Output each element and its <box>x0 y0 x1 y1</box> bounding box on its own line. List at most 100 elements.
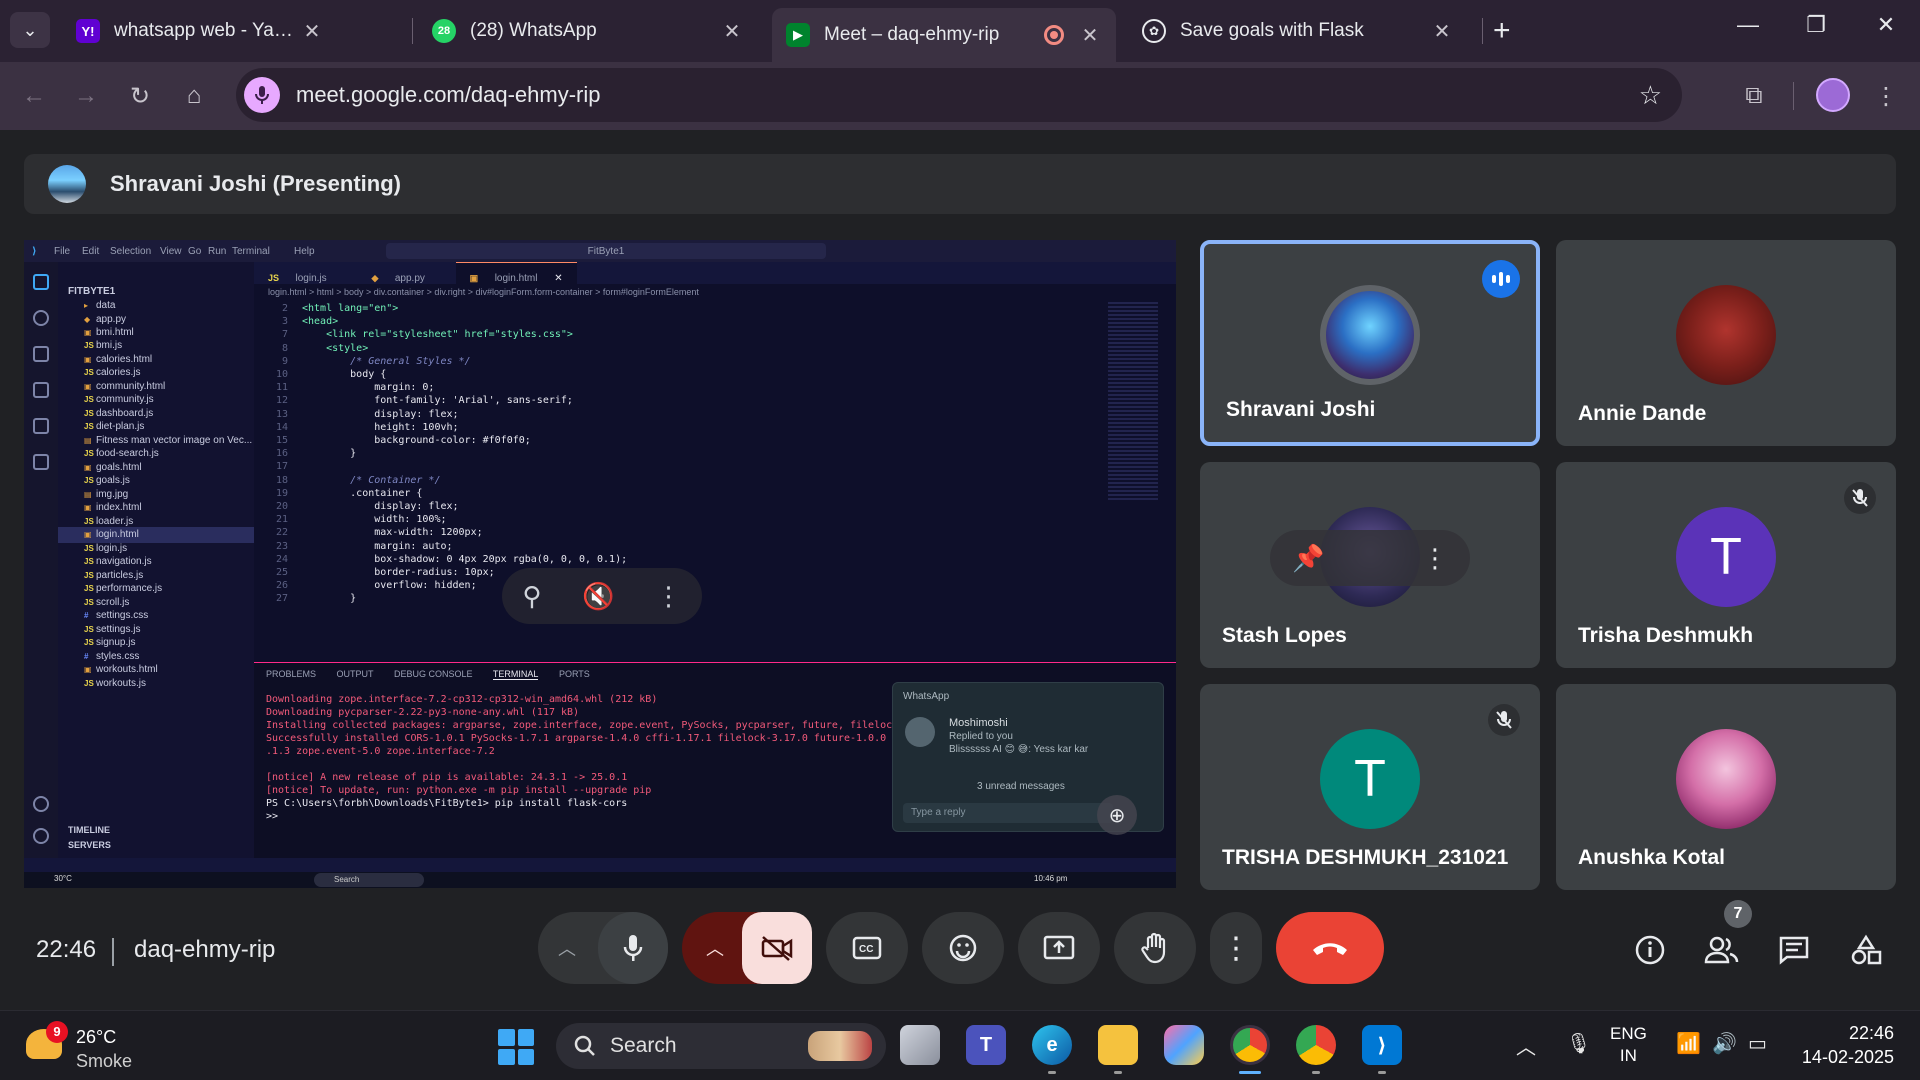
raise-hand-button[interactable] <box>1114 912 1196 984</box>
code-line: 16 } <box>275 448 357 460</box>
chrome-icon[interactable] <box>1230 1025 1270 1065</box>
participant-tile[interactable]: Annie Dande <box>1556 240 1896 446</box>
participant-name: Annie Dande <box>1578 402 1707 425</box>
edge-icon[interactable]: e <box>1032 1025 1072 1065</box>
mic-permission-icon[interactable] <box>244 77 280 113</box>
extensions-puzzle-icon[interactable]: ⧉ <box>1736 78 1772 114</box>
battery-icon[interactable]: ▭ <box>1748 1031 1767 1056</box>
command-center-search: FitByte1 <box>386 243 826 259</box>
tab-chatgpt[interactable]: ✿ Save goals with Flask ✕ <box>1128 8 1468 54</box>
meet-icon: ▶ <box>786 23 810 47</box>
editor-breadcrumb: login.html > html > body > div.container… <box>268 287 699 297</box>
vscode-icon[interactable]: ⟩ <box>1362 1025 1402 1065</box>
more-options-icon[interactable]: ⋮ <box>656 581 682 612</box>
present-button[interactable] <box>1018 912 1100 984</box>
mic-icon <box>623 935 643 961</box>
code-line: 25 border-radius: 10px; <box>275 567 495 578</box>
muted-mic-icon <box>1488 704 1520 736</box>
panel-tab-active: TERMINAL <box>492 669 539 680</box>
camera-off-button[interactable] <box>742 912 812 984</box>
panel-tab: OUTPUT <box>336 669 374 679</box>
more-vert-icon: ⋮ <box>1221 931 1251 965</box>
terminal-line: >> <box>266 811 279 822</box>
new-tab-plus-icon[interactable]: + <box>1493 14 1511 48</box>
participant-tile[interactable]: Shravani Joshi <box>1200 240 1540 446</box>
close-tab-icon[interactable]: ✕ <box>1078 23 1102 48</box>
participant-tile[interactable]: T Trisha Deshmukh <box>1556 462 1896 668</box>
wifi-icon[interactable]: 📶 <box>1676 1031 1701 1056</box>
more-options-button[interactable]: ⋮ <box>1210 912 1262 984</box>
language-indicator[interactable]: ENG IN <box>1610 1023 1647 1067</box>
home-icon[interactable]: ⌂ <box>176 78 212 114</box>
vscode-statusbar <box>24 858 1176 872</box>
system-clock[interactable]: 22:46 14-02-2025 <box>1794 1021 1894 1069</box>
volume-icon[interactable]: 🔊 <box>1712 1031 1737 1056</box>
windows-taskbar: 9 26°C Smoke Search T e ⟩ ︿ 🎙 ENG IN 📶 🔊… <box>0 1010 1920 1080</box>
people-button[interactable] <box>1702 930 1742 970</box>
clock-time: 22:46 <box>1848 1023 1894 1043</box>
chat-button[interactable] <box>1774 930 1814 970</box>
code-line: 3 <head> <box>281 316 339 328</box>
taskbar-search[interactable]: Search <box>556 1023 886 1069</box>
unpin-icon[interactable]: ⚲ <box>522 581 541 612</box>
reactions-button[interactable] <box>922 912 1004 984</box>
chrome-profile-icon[interactable] <box>1296 1025 1336 1065</box>
browser-tab-strip: ⌄ Y! whatsapp web - Yahoo India Se ✕ 28 … <box>0 0 1920 62</box>
servers-section: SERVERS <box>68 840 111 850</box>
microphone-tray-icon[interactable]: 🎙 <box>1566 1031 1591 1056</box>
shared-screen[interactable]: ⟩ File Edit Selection View Go Run Termin… <box>24 240 1176 888</box>
reload-icon[interactable]: ↻ <box>122 78 158 114</box>
minimize-icon[interactable]: — <box>1728 12 1768 38</box>
mic-button[interactable] <box>598 912 668 984</box>
notification-sender: Moshimoshi <box>949 717 1008 729</box>
menu-kebab-icon[interactable]: ⋮ <box>1868 78 1904 114</box>
unread-count: 3 unread messages <box>977 781 1065 792</box>
captions-icon: CC <box>852 936 882 960</box>
participant-tile[interactable]: 📌 ⋮ Stash Lopes <box>1200 462 1540 668</box>
timeline-section: TIMELINE <box>68 825 110 835</box>
file-explorer-icon[interactable] <box>1098 1025 1138 1065</box>
start-windows-icon[interactable] <box>498 1029 534 1065</box>
participant-tile[interactable]: T TRISHA DESHMUKH_231021 <box>1200 684 1540 890</box>
bookmark-star-icon[interactable]: ☆ <box>1639 80 1662 111</box>
panel-tab: PORTS <box>558 669 590 679</box>
raise-hand-icon <box>1141 932 1166 964</box>
mute-speaker-icon[interactable]: 🔇 <box>582 581 614 612</box>
tab-search-chevron-icon[interactable]: ⌄ <box>10 12 50 48</box>
more-options-icon[interactable]: ⋮ <box>1422 543 1448 574</box>
zoom-magnifier-icon[interactable]: ⊕ <box>1097 795 1137 835</box>
pin-icon[interactable]: 📌 <box>1292 543 1324 574</box>
code-line: 23 margin: auto; <box>275 540 453 552</box>
participant-tile[interactable]: Anushka Kotal <box>1556 684 1896 890</box>
recording-icon <box>1044 25 1064 45</box>
tab-yahoo[interactable]: Y! whatsapp web - Yahoo India Se ✕ <box>62 8 338 54</box>
meeting-details-button[interactable] <box>1630 930 1670 970</box>
back-arrow-icon[interactable]: ← <box>16 78 52 114</box>
tab-meet[interactable]: ▶ Meet – daq-ehmy-rip ✕ <box>772 8 1116 62</box>
captions-button[interactable]: CC <box>826 912 908 984</box>
profile-avatar[interactable] <box>1816 78 1850 112</box>
participant-avatar <box>1676 729 1776 829</box>
show-hidden-icons-chevron-icon[interactable]: ︿ <box>1516 1031 1536 1060</box>
forward-arrow-icon[interactable]: → <box>68 78 104 114</box>
close-tab-icon[interactable]: ✕ <box>1430 19 1454 44</box>
teams-icon[interactable]: T <box>966 1025 1006 1065</box>
restore-icon[interactable]: ❐ <box>1796 12 1836 38</box>
weather-condition: Smoke <box>76 1051 133 1071</box>
video-options-chevron-icon[interactable]: ︿ <box>706 935 724 961</box>
audio-options-chevron-icon[interactable]: ︿ <box>558 935 576 961</box>
tab-whatsapp[interactable]: 28 (28) WhatsApp ✕ <box>418 8 758 54</box>
close-tab-icon[interactable]: ✕ <box>300 19 324 44</box>
code-line: 7 <link rel="stylesheet" href="styles.cs… <box>281 329 573 341</box>
notification-app: WhatsApp <box>903 691 950 702</box>
run-debug-icon <box>33 382 49 398</box>
activities-button[interactable] <box>1846 930 1886 970</box>
running-indicator <box>1378 1071 1386 1074</box>
close-window-icon[interactable]: ✕ <box>1866 12 1906 38</box>
terminal-line: .1.3 zope.event-5.0 zope.interface-7.2 <box>266 746 495 757</box>
address-bar[interactable]: meet.google.com/daq-ehmy-rip ☆ <box>236 68 1682 122</box>
copilot-icon[interactable] <box>1164 1025 1204 1065</box>
leave-call-button[interactable] <box>1276 912 1384 984</box>
close-tab-icon[interactable]: ✕ <box>720 19 744 44</box>
task-view-icon[interactable] <box>900 1025 940 1065</box>
